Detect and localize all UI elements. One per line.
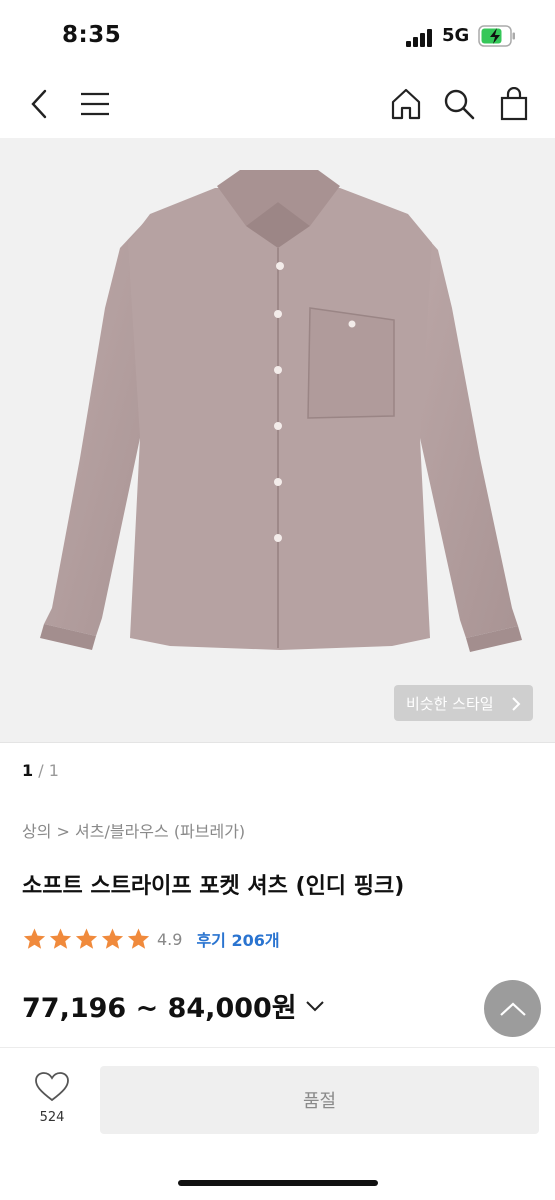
- rating-score: 4.9: [157, 929, 183, 949]
- signal-icon: [406, 29, 434, 47]
- like-button[interactable]: 524: [22, 1072, 82, 1132]
- home-button[interactable]: [386, 84, 426, 124]
- home-indicator: [178, 1180, 378, 1186]
- hamburger-icon: [81, 92, 109, 116]
- star-icon: [75, 928, 98, 949]
- product-title: 소프트 스트라이프 포켓 셔츠 (인디 핑크): [22, 874, 405, 899]
- similar-style-button[interactable]: 비슷한 스타일: [394, 685, 533, 721]
- back-button[interactable]: [20, 84, 60, 124]
- rating-row: 4.9 후기 206개: [22, 926, 280, 952]
- chevron-down-icon[interactable]: [305, 1000, 325, 1012]
- search-button[interactable]: [439, 84, 479, 124]
- pager-current: 1: [22, 761, 34, 780]
- like-count: 524: [39, 1110, 65, 1125]
- heart-icon: [35, 1072, 69, 1102]
- price-row: 77,196 ~ 84,000원: [22, 986, 325, 1025]
- network-label: 5G: [442, 25, 470, 46]
- shirt-image: [40, 170, 522, 652]
- scroll-top-button[interactable]: [484, 980, 541, 1037]
- breadcrumb[interactable]: 상의 > 셔츠/블라우스 (파브레가): [22, 818, 245, 842]
- star-icon: [49, 928, 72, 949]
- bottom-bar-divider: [0, 1047, 555, 1048]
- status-time: 8:35: [62, 22, 122, 48]
- pager-total: 1: [48, 761, 59, 780]
- price-range: 77,196 ~ 84,000원: [22, 993, 297, 1024]
- pager-separator: /: [33, 761, 49, 780]
- star-icon: [23, 928, 46, 949]
- product-page: 8:35 5G 비슷한 스타일 1 / 1 상의 > 셔츠/블라우스 (파브레가…: [0, 0, 555, 1200]
- menu-button[interactable]: [75, 84, 115, 124]
- similar-style-label: 비슷한 스타일: [406, 694, 494, 713]
- chevron-left-icon: [31, 89, 47, 119]
- status-bar: 8:35 5G: [0, 0, 555, 70]
- home-icon: [391, 88, 421, 120]
- search-icon: [444, 89, 475, 120]
- star-rating: [22, 927, 151, 951]
- product-image[interactable]: 비슷한 스타일: [0, 138, 555, 742]
- star-icon: [101, 928, 124, 949]
- soldout-button[interactable]: 품절: [100, 1066, 539, 1134]
- star-icon: [127, 928, 150, 949]
- cart-button[interactable]: [494, 84, 534, 124]
- chevron-right-icon: [512, 697, 521, 711]
- chevron-up-icon: [499, 1002, 526, 1016]
- top-nav: [0, 70, 555, 138]
- shopping-bag-icon: [500, 87, 528, 121]
- reviews-link[interactable]: 후기 206개: [196, 927, 279, 951]
- battery-charging-icon: [478, 25, 515, 47]
- image-pager: 1 / 1: [22, 761, 59, 780]
- divider: [0, 742, 555, 743]
